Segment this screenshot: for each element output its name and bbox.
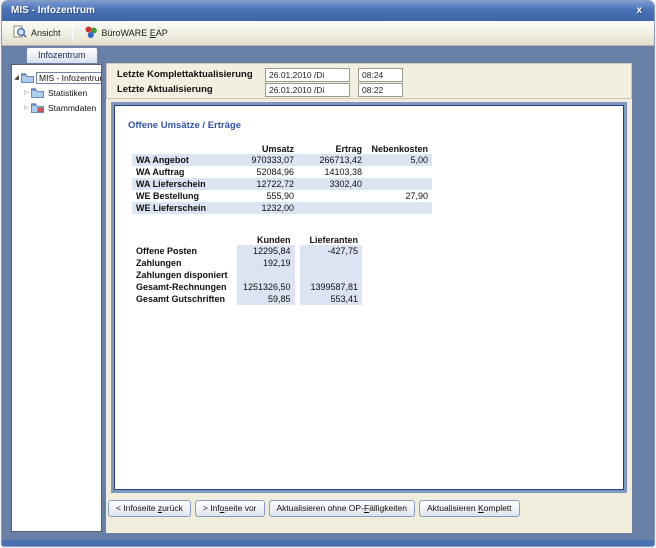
table-row: Gesamt Gutschriften 59,85 553,41	[132, 293, 362, 305]
ansicht-label: Ansicht	[31, 28, 61, 38]
aktualisieren-komplett-button[interactable]: Aktualisieren Komplett	[419, 500, 520, 517]
col-ertrag: Ertrag	[298, 140, 366, 154]
tree-collapse-icon[interactable]: ▷	[22, 89, 31, 96]
toolbar-separator	[72, 25, 73, 41]
toolbar: Ansicht BüroWARE EAP	[2, 21, 654, 46]
window-frame-bottom	[2, 540, 654, 546]
aktualisieren-ohne-op-button[interactable]: Aktualisieren ohne OP-Fälligkeiten	[269, 500, 415, 517]
bueroware-color-icon	[84, 25, 98, 41]
last-update-label: Letzte Aktualisierung	[117, 84, 213, 95]
last-full-update-time-field[interactable]	[358, 68, 403, 82]
report-title: Offene Umsätze / Erträge	[128, 120, 614, 131]
last-full-update-row: Letzte Komplettaktualisierung	[117, 68, 625, 82]
tree-item-stammdaten[interactable]: ▷ Stammdaten	[12, 100, 101, 115]
open-items-table: Kunden Lieferanten Offene Posten 12295,8…	[132, 231, 362, 305]
update-status-box: Letzte Komplettaktualisierung Letzte Akt…	[106, 63, 632, 99]
bueroware-eap-label: BüroWARE EAP	[102, 28, 168, 38]
table-row: Offene Posten 12295,84 -427,75	[132, 245, 362, 257]
window-titlebar[interactable]: MIS - Infozentrum x	[2, 1, 654, 21]
main-area: ◢ MIS - Infozentrum ▷	[2, 63, 654, 540]
folder-icon	[21, 73, 36, 83]
table-row: Zahlungen 192,19	[132, 257, 362, 269]
table-row: WE Lieferschein 1232,00	[132, 202, 432, 214]
tree-expand-icon[interactable]: ◢	[12, 74, 21, 81]
tree-collapse-icon[interactable]: ▷	[22, 104, 31, 111]
infoseite-zurueck-button[interactable]: < Infoseite zurück	[108, 500, 191, 517]
ansicht-button[interactable]: Ansicht	[7, 23, 67, 43]
report-box: Offene Umsätze / Erträge Umsatz Ertrag N…	[111, 102, 627, 493]
table-row: WA Angebot 970333,07 266713,42 5,00	[132, 154, 432, 166]
table-row: Gesamt-Rechnungen 1251326,50 1399587,81	[132, 281, 362, 293]
col-umsatz: Umsatz	[234, 140, 298, 154]
folder-icon	[31, 88, 46, 98]
client-area: Infozentrum ◢ MIS - Infozentrum ▷	[2, 47, 654, 546]
last-update-row: Letzte Aktualisierung	[117, 83, 625, 97]
col-nebenkosten: Nebenkosten	[366, 140, 432, 154]
app-window: MIS - Infozentrum x Ansicht	[1, 0, 655, 547]
tree-item-label: MIS - Infozentrum	[36, 72, 102, 84]
magnifier-icon	[13, 25, 27, 41]
tab-infozentrum[interactable]: Infozentrum	[26, 47, 98, 63]
table-row: WE Bestellung 555,90 27,90	[132, 190, 432, 202]
col-lieferanten: Lieferanten	[297, 231, 362, 245]
tree-item-statistiken[interactable]: ▷ Statistiken	[12, 85, 101, 100]
table-row: WA Auftrag 52084,96 14103,38	[132, 166, 432, 178]
last-update-date-field[interactable]	[265, 83, 350, 97]
bueroware-eap-button[interactable]: BüroWARE EAP	[78, 23, 174, 43]
window-title: MIS - Infozentrum	[11, 5, 95, 16]
table-header-row: Kunden Lieferanten	[132, 231, 362, 245]
button-row: < Infoseite zurück > Infoseite vor Aktua…	[108, 500, 520, 517]
table-header-row: Umsatz Ertrag Nebenkosten	[132, 140, 432, 154]
col-kunden: Kunden	[237, 231, 297, 245]
table-row: WA Lieferschein 12722,72 3302,40	[132, 178, 432, 190]
table-row: Zahlungen disponiert	[132, 269, 362, 281]
last-full-update-date-field[interactable]	[265, 68, 350, 82]
last-full-update-label: Letzte Komplettaktualisierung	[117, 69, 253, 80]
tree-panel: ◢ MIS - Infozentrum ▷	[11, 64, 102, 532]
close-button[interactable]: x	[636, 1, 642, 20]
last-update-time-field[interactable]	[358, 83, 403, 97]
content-panel: Letzte Komplettaktualisierung Letzte Akt…	[106, 63, 632, 533]
tree-item-mis-infozentrum[interactable]: ◢ MIS - Infozentrum	[12, 70, 101, 85]
tree-item-label: Statistiken	[46, 88, 89, 98]
folder-icon	[31, 103, 46, 113]
tree-item-label: Stammdaten	[46, 103, 98, 113]
infoseite-vor-button[interactable]: > Infoseite vor	[195, 500, 265, 517]
open-sales-table: Umsatz Ertrag Nebenkosten WA Angebot 970…	[132, 140, 432, 214]
